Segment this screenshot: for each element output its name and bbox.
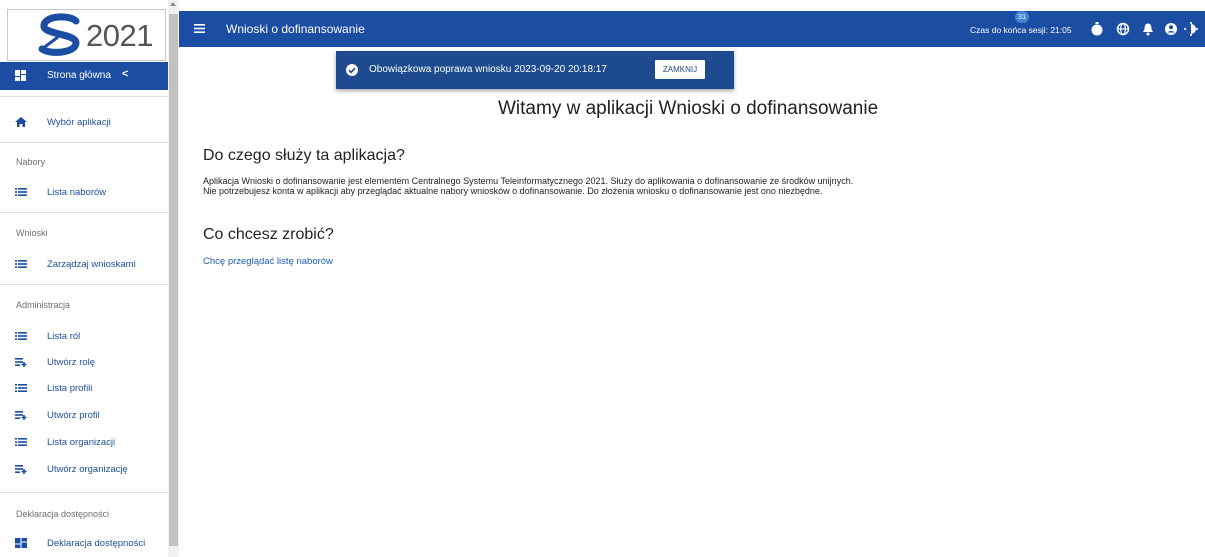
about-text-line-2: Nie potrzebujesz konta w aplikacji aby p…	[203, 186, 823, 196]
app-title: Wnioski o dofinansowanie	[226, 22, 365, 36]
divider	[0, 142, 168, 143]
about-heading: Do czego służy ta aplikacja?	[203, 147, 405, 164]
home-icon	[15, 117, 27, 127]
sidebar-item-create-role[interactable]: Utwórz rolę	[0, 351, 168, 373]
sidebar-item-roles-list[interactable]: Lista ról	[0, 325, 168, 347]
list-icon	[15, 188, 27, 196]
sidebar-item-accessibility-statement[interactable]: Deklaracja dostępności	[0, 532, 168, 554]
top-app-bar: Wnioski o dofinansowanie Czas do końca s…	[179, 11, 1205, 47]
sidebar-item-calls-list[interactable]: Lista naborów	[0, 181, 168, 203]
page-title: Witamy w aplikacji Wnioski o dofinansowa…	[498, 98, 879, 119]
globe-icon[interactable]	[1116, 22, 1130, 36]
account-circle-icon[interactable]	[1164, 22, 1178, 36]
action-heading: Co chcesz zrobić?	[203, 226, 334, 243]
scroll-up-arrow-icon[interactable]	[170, 2, 176, 6]
section-label-administracja: Administracja	[16, 300, 71, 310]
sidebar-item-create-organization[interactable]: Utwórz organizację	[0, 458, 168, 480]
browse-calls-link[interactable]: Chcę przeglądać listę naborów	[203, 256, 333, 267]
sidebar-item-label: Zarządzaj wnioskami	[47, 259, 136, 270]
grid-icon	[15, 538, 27, 548]
list-icon	[15, 438, 27, 446]
sidebar-item-label: Lista ról	[47, 331, 81, 342]
divider	[0, 96, 168, 97]
sidebar-item-label: Lista profili	[47, 383, 93, 394]
sidebar-scrollbar[interactable]	[168, 0, 179, 557]
close-toast-button[interactable]: ZAMKNIJ	[655, 60, 705, 79]
list-icon	[15, 332, 27, 340]
hamburger-menu-icon[interactable]	[194, 24, 205, 33]
logo-s-icon	[38, 13, 80, 56]
divider	[0, 492, 168, 493]
list-add-icon	[15, 411, 27, 420]
stopwatch-icon[interactable]	[1090, 22, 1104, 36]
bell-icon[interactable]	[1141, 22, 1155, 36]
sidebar-item-label: Lista naborów	[47, 187, 107, 198]
sidebar-item-app-selection[interactable]: Wybór aplikacji	[0, 111, 168, 133]
notification-count-badge: 31	[1015, 11, 1029, 23]
sidebar-item-manage-applications[interactable]: Zarządzaj wnioskami	[0, 253, 168, 275]
about-text-line-1: Aplikacja Wnioski o dofinansowanie jest …	[203, 176, 854, 186]
sidebar: 2021 Strona główna < Wybór aplikacji Nab…	[0, 0, 168, 557]
section-label-wnioski: Wnioski	[16, 228, 48, 238]
sidebar-item-organizations-list[interactable]: Lista organizacji	[0, 431, 168, 453]
sidebar-item-create-profile[interactable]: Utwórz profil	[0, 404, 168, 426]
app-logo[interactable]: 2021	[7, 9, 166, 61]
collapse-chevron-icon[interactable]: <	[122, 68, 128, 80]
sidebar-item-label: Lista organizacji	[47, 437, 116, 448]
list-add-icon	[15, 465, 27, 474]
list-icon	[15, 384, 27, 392]
sidebar-item-label: Utwórz profil	[47, 410, 100, 421]
session-timer-text: Czas do końca sesji: 21:05	[970, 25, 1072, 35]
section-label-accessibility: Deklaracja dostępności	[16, 509, 110, 519]
contrast-icon[interactable]	[1184, 22, 1198, 36]
toast-message: Obowiązkowa poprawa wniosku 2023-09-20 2…	[369, 64, 607, 75]
grid-icon	[15, 70, 26, 81]
list-add-icon	[15, 358, 27, 367]
scrollbar-thumb[interactable]	[169, 14, 178, 546]
sidebar-item-label: Utwórz rolę	[47, 357, 96, 368]
notification-toast: Obowiązkowa poprawa wniosku 2023-09-20 2…	[336, 51, 734, 89]
sidebar-item-label: Utwórz organizację	[47, 464, 128, 475]
sidebar-home-label: Strona główna	[47, 70, 111, 81]
divider	[0, 284, 168, 285]
divider	[0, 212, 168, 213]
sidebar-item-label: Deklaracja dostępności	[47, 538, 146, 549]
sidebar-item-label: Wybór aplikacji	[47, 117, 111, 128]
list-icon	[15, 260, 27, 268]
sidebar-item-profiles-list[interactable]: Lista profili	[0, 377, 168, 399]
sidebar-home[interactable]: Strona główna <	[0, 62, 168, 90]
section-label-nabory: Nabory	[16, 157, 46, 167]
logo-year: 2021	[86, 18, 153, 53]
check-circle-icon	[346, 64, 358, 76]
